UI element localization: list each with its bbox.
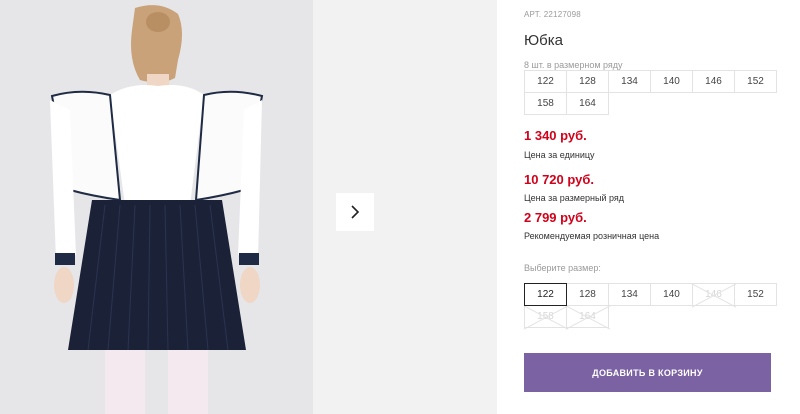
size-option-140[interactable]: 140 [650,283,693,306]
row-price-label: Цена за размерный ряд [524,193,625,203]
size-row-cell: 158 [524,92,567,115]
article-number: АРТ. 22127098 [524,10,581,19]
retail-price: 2 799 руб. [524,210,587,225]
size-option-134[interactable]: 134 [608,283,651,306]
size-selector: 122 128 134 140 146 152 158 164 [524,283,777,328]
retail-price-label: Рекомендуемая розничная цена [524,231,660,241]
unit-price: 1 340 руб. [524,128,587,143]
row-price: 10 720 руб. [524,172,595,187]
size-option-164: 164 [566,305,609,328]
gallery-next-button[interactable] [336,193,374,231]
product-photo [0,0,313,414]
size-option-146: 146 [692,283,735,306]
size-row-cell: 164 [566,92,609,115]
chevron-right-icon [351,205,360,219]
size-row-cell: 146 [692,70,735,93]
add-to-cart-button[interactable]: ДОБАВИТЬ В КОРЗИНУ [524,353,771,392]
size-row-grid: 122 128 134 140 146 152 158 164 [524,70,777,115]
size-row-cell: 128 [566,70,609,93]
select-size-label: Выберите размер: [524,263,601,273]
size-row-label: 8 шт. в размерном ряду [524,60,623,70]
size-option-128[interactable]: 128 [566,283,609,306]
size-row-cell: 134 [608,70,651,93]
size-option-152[interactable]: 152 [734,283,777,306]
size-option-122[interactable]: 122 [524,283,567,306]
product-title: Юбка [524,32,563,49]
size-row-cell: 140 [650,70,693,93]
size-option-158: 158 [524,305,567,328]
product-gallery [0,0,497,414]
unit-price-label: Цена за единицу [524,150,595,160]
size-row-cell: 152 [734,70,777,93]
size-row-cell: 122 [524,70,567,93]
